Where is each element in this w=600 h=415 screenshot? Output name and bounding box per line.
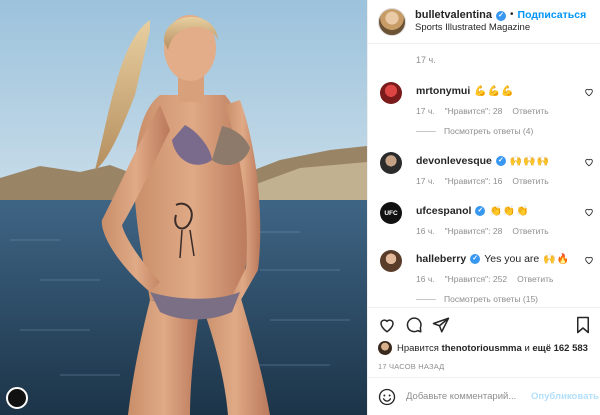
author-username[interactable]: bulletvalentina: [415, 9, 492, 23]
comment-likes[interactable]: "Нравится": 252: [445, 274, 507, 284]
reply-button[interactable]: Ответить: [517, 274, 553, 284]
heart-icon[interactable]: [584, 255, 594, 265]
heart-icon[interactable]: [584, 87, 594, 97]
reply-button[interactable]: Ответить: [512, 176, 548, 186]
reply-button[interactable]: Ответить: [512, 226, 548, 236]
verified-icon: ✓: [475, 206, 486, 216]
likes-conjunction: и: [524, 342, 530, 354]
view-replies-button[interactable]: Посмотреть ответы (15): [416, 294, 538, 304]
action-bar: [378, 316, 592, 336]
comment-likes[interactable]: "Нравится": 28: [445, 226, 503, 236]
comment-username[interactable]: mrtonymui: [416, 85, 470, 97]
comment-item: halleberry ✓ Yes you are 🙌🔥 16 ч. "Нрави…: [380, 250, 594, 284]
share-icon[interactable]: [432, 316, 450, 334]
comment-item: devonlevesque ✓ 🙌🙌🙌 17 ч. "Нравится": 16…: [380, 152, 594, 186]
heart-icon[interactable]: [584, 157, 594, 167]
photo-illustration: [0, 0, 367, 415]
comment-input[interactable]: [406, 391, 531, 402]
comment-time[interactable]: 17 ч.: [416, 176, 435, 186]
comment-time[interactable]: 16 ч.: [416, 274, 435, 284]
tagged-users-button[interactable]: [6, 387, 28, 409]
comment-text: 👏👏👏: [489, 205, 530, 217]
comment-item: UFC ufcespanol ✓ 👏👏👏 16 ч. "Нравится": 2…: [380, 202, 594, 236]
comment-avatar[interactable]: UFC: [380, 202, 402, 224]
comment-avatar[interactable]: [380, 152, 402, 174]
post-photo[interactable]: [0, 0, 367, 415]
verified-icon: ✓: [495, 156, 506, 166]
comment-text: 🙌🙌🙌: [509, 155, 551, 167]
comments-panel: bulletvalentina ✓ • Подписаться Sports I…: [367, 0, 600, 415]
view-replies-button[interactable]: Посмотреть ответы (4): [416, 126, 533, 136]
separator-dot: •: [510, 9, 514, 21]
smile-icon[interactable]: [378, 388, 396, 406]
heart-icon[interactable]: [378, 316, 396, 334]
comment-likes[interactable]: "Нравится": 16: [445, 176, 503, 186]
comment-username[interactable]: devonlevesque: [416, 155, 492, 167]
comment-username[interactable]: halleberry: [416, 253, 466, 265]
caption-time: 17 ч.: [416, 55, 436, 65]
post-header: bulletvalentina ✓ • Подписаться Sports I…: [368, 0, 600, 44]
comment-time[interactable]: 17 ч.: [416, 106, 435, 116]
comment-icon[interactable]: [405, 316, 423, 334]
liker-avatar[interactable]: [378, 341, 392, 355]
reply-button[interactable]: Ответить: [512, 106, 548, 116]
comment-avatar[interactable]: [380, 250, 402, 272]
comment-text: Yes you are: [484, 253, 540, 265]
liker-username[interactable]: thenotoriousmma: [442, 343, 522, 354]
author-avatar[interactable]: [378, 7, 406, 36]
heart-icon[interactable]: [584, 207, 594, 217]
verified-icon: ✓: [470, 254, 481, 264]
comment-likes[interactable]: "Нравится": 28: [445, 106, 503, 116]
publish-button[interactable]: Опубликовать: [531, 391, 599, 402]
comment-avatar[interactable]: [380, 82, 402, 104]
comment-username[interactable]: ufcespanol: [416, 205, 471, 217]
post-location[interactable]: Sports Illustrated Magazine: [415, 22, 586, 34]
comment-text: 💪💪💪: [474, 85, 515, 97]
bookmark-icon[interactable]: [574, 316, 592, 334]
comment-emoji: 🙌🔥: [543, 253, 571, 265]
post-timestamp[interactable]: 17 ЧАСОВ НАЗАД: [378, 362, 444, 371]
verified-icon: ✓: [496, 10, 507, 21]
divider: [368, 307, 600, 308]
likes-count[interactable]: ещё 162 583: [532, 343, 588, 354]
likes-summary: Нравится thenotoriousmma и ещё 162 583: [378, 341, 588, 355]
follow-button[interactable]: Подписаться: [518, 9, 587, 22]
likes-prefix: Нравится: [397, 342, 439, 354]
comment-item: mrtonymui 💪💪💪 17 ч. "Нравится": 28 Ответ…: [380, 82, 594, 116]
add-comment-bar: Опубликовать: [368, 377, 600, 415]
comment-time[interactable]: 16 ч.: [416, 226, 435, 236]
